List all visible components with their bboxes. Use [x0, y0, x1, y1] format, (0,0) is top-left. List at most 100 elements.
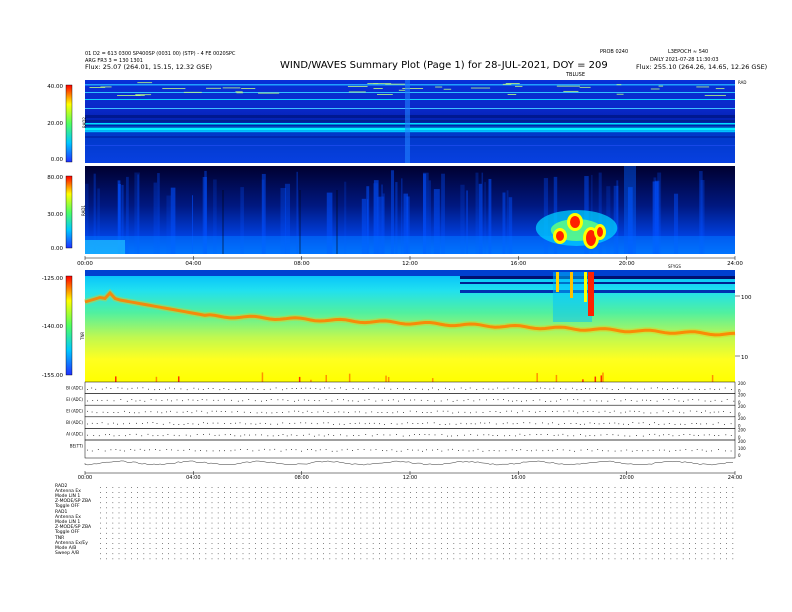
line-panel-sample — [265, 423, 266, 424]
line-panel-sample — [336, 450, 338, 452]
footer-dot — [608, 512, 610, 514]
footer-dot — [416, 502, 417, 504]
footer-dot — [341, 517, 343, 519]
line-panel-sample — [217, 422, 219, 424]
footer-dot — [633, 512, 634, 514]
footer-dot — [193, 543, 194, 544]
footer-dot — [224, 558, 225, 560]
line-panel-sample — [415, 388, 417, 389]
footer-dot — [558, 532, 560, 534]
line-panel-sample — [346, 435, 348, 437]
line-panel-sample — [266, 400, 267, 401]
footer-dot — [106, 502, 107, 504]
footer-dot — [118, 492, 120, 493]
footer-dot — [131, 512, 132, 514]
footer-dot — [521, 553, 523, 555]
footer-dot — [509, 553, 510, 555]
line-panel-sample — [556, 410, 558, 412]
footer-dot — [298, 512, 300, 514]
footer-dot — [236, 548, 238, 549]
footer-dot — [168, 507, 169, 509]
footer-dot — [558, 558, 560, 560]
footer-dot — [118, 553, 120, 555]
footer-dot — [589, 492, 591, 493]
line-panel-sample — [101, 422, 103, 424]
line-panel-sample — [150, 411, 152, 413]
line-panel-sample — [107, 412, 109, 413]
footer-dot — [273, 532, 275, 534]
footer-dot — [323, 538, 324, 539]
line-panel-sample — [294, 422, 296, 424]
footer-dot — [106, 527, 107, 529]
footer-dot — [205, 543, 207, 544]
line-panel-sample — [354, 411, 356, 413]
footer-dot — [490, 502, 492, 504]
footer-dot — [565, 517, 566, 519]
footer-dot — [496, 558, 498, 560]
footer-dot — [298, 543, 300, 544]
footer-dot — [633, 507, 634, 509]
line-panel-sample — [325, 449, 327, 450]
footer-dot — [329, 538, 331, 539]
line-panel-sample — [698, 435, 699, 436]
footer-dot — [596, 543, 597, 544]
line-panel-sample — [444, 424, 446, 425]
line-panel-sample — [474, 423, 476, 425]
footer-dot — [527, 553, 529, 555]
footer-dot — [552, 553, 554, 555]
footer-dot — [577, 512, 579, 514]
line-panel-sample — [386, 412, 388, 413]
footer-dot — [682, 558, 684, 560]
line-panel-sample — [569, 449, 571, 451]
line-panel-sample — [442, 410, 444, 412]
footer-dot — [552, 497, 554, 498]
line-panel-sample — [311, 449, 312, 450]
footer-dot — [217, 548, 219, 549]
footer-dot — [707, 527, 709, 529]
footer-dot — [279, 548, 281, 549]
line-panel-sample — [338, 411, 340, 413]
footer-dot — [286, 497, 287, 498]
rad2-speck — [162, 88, 186, 90]
footer-dot — [695, 543, 696, 544]
line-panel-sample — [558, 423, 560, 425]
line-panel-sample — [282, 422, 284, 424]
line-panel-sample — [699, 389, 700, 390]
footer-dot — [379, 517, 380, 519]
footer-dot — [546, 527, 548, 529]
footer-dot — [639, 558, 641, 560]
line-panel-sample — [659, 449, 660, 451]
footer-dot — [465, 538, 467, 539]
bottom-time-tick: 08:00 — [294, 475, 308, 481]
footer-dot — [441, 507, 442, 509]
rad2-speck — [443, 88, 452, 90]
footer-dot — [261, 522, 262, 524]
footer-dot — [186, 538, 188, 539]
line-panel-sample — [149, 449, 150, 451]
line-panel-sample — [213, 399, 215, 401]
footer-dot — [397, 538, 399, 539]
footer-dot — [732, 538, 734, 539]
line-panel-sample — [584, 423, 585, 425]
footer-dot — [676, 502, 678, 504]
footer-dot — [112, 522, 114, 524]
footer-dot — [298, 527, 300, 529]
line-panel-right-tick: 200 — [738, 381, 746, 386]
footer-dot — [317, 543, 318, 544]
footer-dot — [131, 492, 132, 493]
footer-dot — [186, 527, 188, 529]
footer-dot — [558, 522, 560, 524]
footer-dot — [397, 487, 399, 488]
footer-dot — [354, 553, 355, 555]
footer-dot — [385, 543, 386, 544]
line-panel-sample — [282, 412, 283, 413]
line-panel-sample — [503, 399, 504, 400]
line-panel-sample — [683, 412, 685, 414]
footer-dot — [713, 538, 715, 539]
footer-dot — [478, 553, 479, 555]
line-panel-sample — [498, 450, 500, 452]
footer-dot — [124, 548, 126, 549]
footer-dot — [230, 553, 231, 555]
footer-dot — [478, 538, 479, 539]
footer-dot — [403, 497, 405, 498]
